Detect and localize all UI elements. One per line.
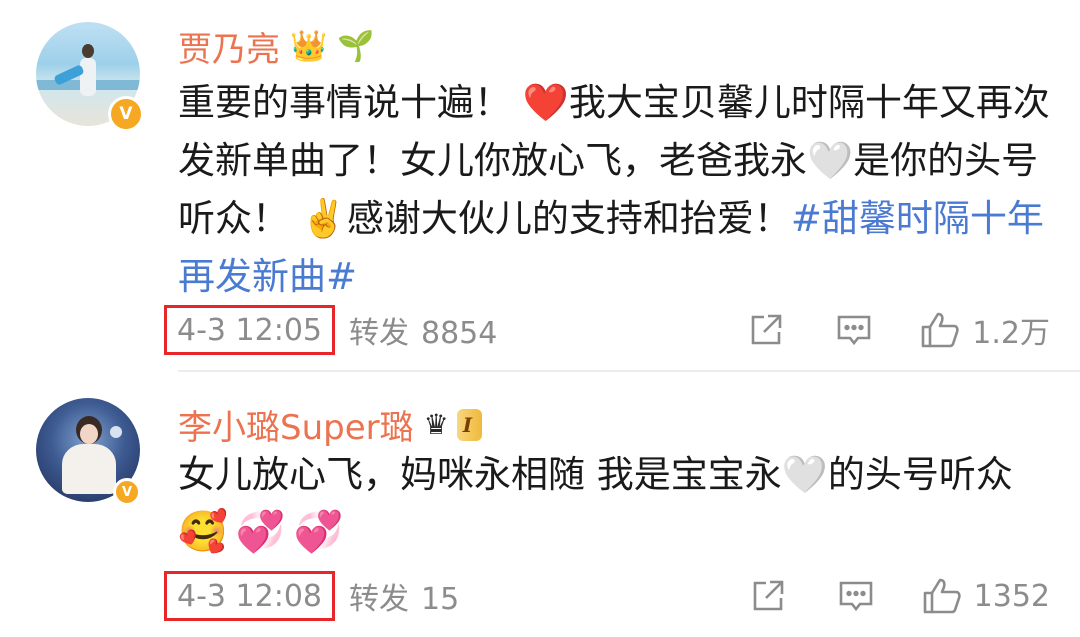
comment-button[interactable] (836, 312, 872, 348)
crown-badge-icon: 👑 (290, 28, 328, 64)
share-icon (751, 314, 782, 345)
repost-number: 8854 (421, 316, 498, 351)
like-button[interactable]: 1352 (922, 577, 1050, 615)
repost-label: 转发 (349, 582, 409, 617)
verified-v-icon: V (108, 96, 144, 132)
sprout-badge-icon: 🌱 (337, 28, 375, 64)
username-text[interactable]: 李小璐Super璐 (178, 400, 414, 449)
like-count: 1352 (973, 578, 1050, 614)
repost-label: 转发 (349, 316, 409, 351)
timestamp: 4-3 12:08 (164, 571, 335, 621)
crown-icon: ♛ (423, 408, 449, 441)
username[interactable]: 李小璐Super璐 ♛ I (178, 400, 483, 449)
comment-card: V 李小璐Super璐 ♛ I 女儿放心飞，妈咪永相随 我是宝宝永🤍的头号听众 … (0, 372, 1080, 637)
comment-card: V 贾乃亮 👑 🌱 重要的事情说十遍！ ❤️我大宝贝馨儿时隔十年又再次发新单曲了… (0, 0, 1080, 370)
like-count: 1.2万 (972, 316, 1050, 351)
username[interactable]: 贾乃亮 👑 🌱 (178, 22, 375, 71)
comment-body: 女儿放心飞，妈咪永相随 我是宝宝永🤍的头号听众 (178, 453, 1013, 496)
repost-count[interactable]: 转发 15 (349, 574, 459, 618)
comment-icon (837, 315, 871, 346)
share-icon (753, 580, 783, 611)
comment-meta: 4-3 12:05 转发 8854 1.2万 (164, 302, 1050, 358)
like-button[interactable]: 1.2万 (920, 308, 1050, 352)
comment-text: 女儿放心飞，妈咪永相随 我是宝宝永🤍的头号听众 (178, 446, 1058, 504)
vip-level-badge: I (456, 408, 483, 441)
action-bar: 1.2万 (748, 302, 1050, 358)
emoji-line: 🥰💞💞 (178, 509, 352, 555)
username-text[interactable]: 贾乃亮 (178, 22, 280, 71)
action-bar: 1352 (750, 568, 1050, 624)
verified-v-icon: V (113, 478, 141, 506)
share-button[interactable] (750, 578, 786, 614)
comment-text: 重要的事情说十遍！ ❤️我大宝贝馨儿时隔十年又再次发新单曲了！女儿你放心飞，老爸… (178, 74, 1058, 306)
thumbs-up-icon (921, 312, 959, 348)
thumbs-up-icon (923, 578, 961, 614)
comment-icon (839, 581, 872, 612)
comment-meta: 4-3 12:08 转发 15 1352 (164, 568, 1050, 624)
comment-button[interactable] (838, 578, 874, 614)
repost-count[interactable]: 转发 8854 (349, 308, 497, 352)
repost-number: 15 (421, 582, 460, 617)
timestamp: 4-3 12:05 (164, 305, 335, 355)
share-button[interactable] (748, 312, 784, 348)
